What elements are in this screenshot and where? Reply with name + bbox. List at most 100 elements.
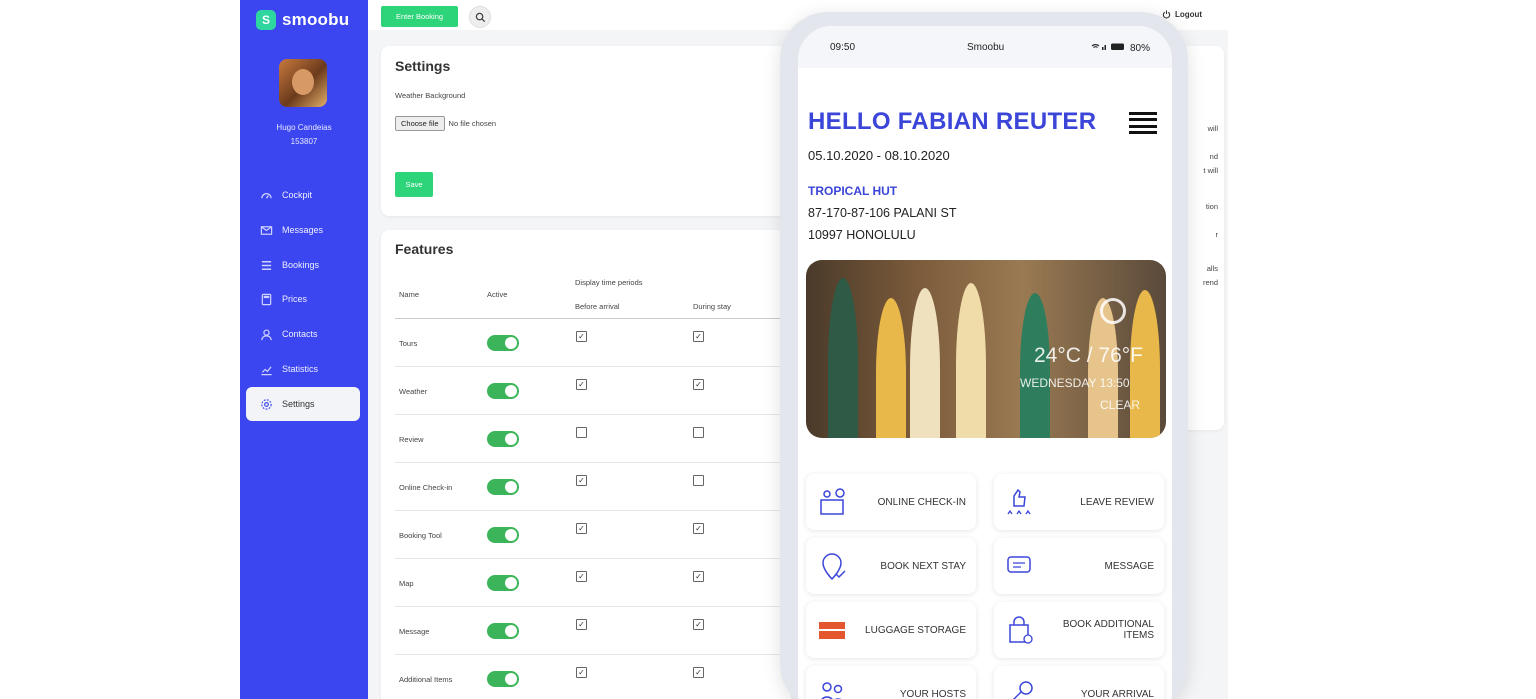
features-title: Features <box>395 241 454 257</box>
sidebar-item-settings[interactable]: Settings <box>246 387 360 421</box>
thumbs-up-stars-icon <box>1007 488 1031 515</box>
luggage-storage-icon <box>819 622 845 639</box>
active-toggle[interactable] <box>487 527 519 543</box>
no-file-text: No file chosen <box>448 119 497 128</box>
choose-file-button[interactable]: Choose file <box>395 116 445 131</box>
sidebar-item-cockpit[interactable]: Cockpit <box>246 178 360 212</box>
sidebar-item-label: Settings <box>282 399 315 409</box>
key-icon <box>1012 681 1033 699</box>
phone-status-bar: 09:50 Smoobu 80% <box>798 26 1172 68</box>
tile-leave-review[interactable]: LEAVE REVIEW <box>994 474 1164 530</box>
tile-your-arrival[interactable]: YOUR ARRIVAL <box>994 666 1164 699</box>
help-text-fragment: alls <box>1206 264 1218 273</box>
feature-name: Map <box>399 579 414 588</box>
wifi-signal-battery-icon <box>1091 43 1125 50</box>
before-arrival-checkbox[interactable]: ✓ <box>576 523 587 534</box>
sidebar-item-messages[interactable]: Messages <box>246 213 360 247</box>
hamburger-menu-icon[interactable] <box>1129 112 1157 134</box>
sidebar: S smoobu Hugo Candeias 153807 Cockpit Me… <box>240 0 368 699</box>
col-before-header: Before arrival <box>575 302 620 311</box>
tile-book-next-stay[interactable]: BOOK NEXT STAY <box>806 538 976 594</box>
tile-label: LEAVE REVIEW <box>1080 496 1154 508</box>
location-pin-check-icon <box>822 553 846 581</box>
active-toggle[interactable] <box>487 575 519 591</box>
weather-background-label: Weather Background <box>395 91 466 100</box>
col-active-header: Active <box>487 290 508 299</box>
tile-label: LUGGAGE STORAGE <box>865 624 966 636</box>
tile-online-check-in[interactable]: ONLINE CHECK-IN <box>806 474 976 530</box>
file-input: Choose file No file chosen <box>395 116 496 131</box>
during-stay-checkbox[interactable]: ✓ <box>693 619 704 630</box>
table-row: Online Check-in ✓ <box>395 463 791 511</box>
before-arrival-checkbox[interactable]: ✓ <box>576 331 587 342</box>
before-arrival-checkbox[interactable]: ✓ <box>576 379 587 390</box>
weather-condition: CLEAR <box>1100 398 1141 412</box>
sidebar-item-label: Bookings <box>282 260 320 270</box>
settings-card: Settings Weather Background Choose file … <box>381 46 791 216</box>
check-in-desk-icon <box>820 488 845 515</box>
status-right: 80% <box>1091 42 1150 54</box>
during-stay-checkbox[interactable]: ✓ <box>693 379 704 390</box>
chat-bubble-icon <box>1007 556 1031 573</box>
sidebar-item-prices[interactable]: Prices <box>246 282 360 316</box>
greeting-heading: HELLO FABIAN REUTER <box>808 108 1097 135</box>
tile-your-hosts[interactable]: YOUR HOSTS <box>806 666 976 699</box>
sidebar-item-label: Contacts <box>282 329 318 339</box>
phone-mockup: 09:50 Smoobu 80% HELLO FABIAN REUTER 05.… <box>780 12 1188 699</box>
property-address-line2: 10997 HONOLULU <box>808 228 916 242</box>
calculator-icon <box>261 293 272 305</box>
user-name: Hugo Candeias <box>276 123 332 132</box>
logout-link[interactable]: Logout <box>1162 10 1202 19</box>
smoobu-logo-icon: S <box>256 10 276 30</box>
gear-icon <box>261 398 272 410</box>
sidebar-item-bookings[interactable]: Bookings <box>246 248 360 282</box>
sidebar-item-contacts[interactable]: Contacts <box>246 317 360 351</box>
user-id: 153807 <box>290 137 318 146</box>
feature-name: Weather <box>399 387 428 396</box>
active-toggle[interactable] <box>487 623 519 639</box>
active-toggle[interactable] <box>487 383 519 399</box>
shopping-bag-icon <box>1009 616 1033 644</box>
table-row: Tours ✓ ✓ <box>395 319 791 367</box>
during-stay-checkbox[interactable] <box>693 475 704 486</box>
avatar[interactable] <box>279 59 327 107</box>
tile-luggage-storage[interactable]: LUGGAGE STORAGE <box>806 602 976 658</box>
enter-booking-button[interactable]: Enter Booking <box>381 6 458 27</box>
before-arrival-checkbox[interactable]: ✓ <box>576 619 587 630</box>
col-during-header: During stay <box>693 302 731 311</box>
during-stay-checkbox[interactable] <box>693 427 704 438</box>
active-toggle[interactable] <box>487 431 519 447</box>
cockpit-icon <box>261 192 272 199</box>
logo[interactable]: S smoobu <box>256 10 349 30</box>
active-toggle[interactable] <box>487 671 519 687</box>
active-toggle[interactable] <box>487 479 519 495</box>
tile-message[interactable]: MESSAGE <box>994 538 1164 594</box>
during-stay-checkbox[interactable]: ✓ <box>693 571 704 582</box>
during-stay-checkbox[interactable]: ✓ <box>693 667 704 678</box>
table-row: Message ✓ ✓ <box>395 607 791 655</box>
before-arrival-checkbox[interactable]: ✓ <box>576 667 587 678</box>
logo-text: smoobu <box>282 10 350 29</box>
during-stay-checkbox[interactable]: ✓ <box>693 523 704 534</box>
tile-book-additional-items[interactable]: BOOK ADDITIONAL ITEMS <box>994 602 1164 658</box>
surfboard-image <box>956 283 986 438</box>
tile-label: YOUR HOSTS <box>899 688 966 699</box>
tile-label: MESSAGE <box>1104 560 1154 572</box>
surfboard-image <box>876 298 906 438</box>
before-arrival-checkbox[interactable]: ✓ <box>576 571 587 582</box>
save-button[interactable]: Save <box>395 172 433 197</box>
help-text-fragment: r <box>1215 230 1219 239</box>
before-arrival-checkbox[interactable]: ✓ <box>576 475 587 486</box>
sidebar-item-statistics[interactable]: Statistics <box>246 352 360 386</box>
col-name-header: Name <box>399 290 420 299</box>
before-arrival-checkbox[interactable] <box>576 427 587 438</box>
active-toggle[interactable] <box>487 335 519 351</box>
help-text-fragment: t will <box>1203 166 1218 175</box>
settings-title: Settings <box>395 58 451 74</box>
feature-name: Tours <box>399 339 418 348</box>
search-button[interactable] <box>469 6 491 28</box>
table-row: Additional Items ✓ ✓ <box>395 655 791 699</box>
sidebar-item-label: Messages <box>282 225 324 235</box>
during-stay-checkbox[interactable]: ✓ <box>693 331 704 342</box>
user-icon <box>261 328 272 340</box>
